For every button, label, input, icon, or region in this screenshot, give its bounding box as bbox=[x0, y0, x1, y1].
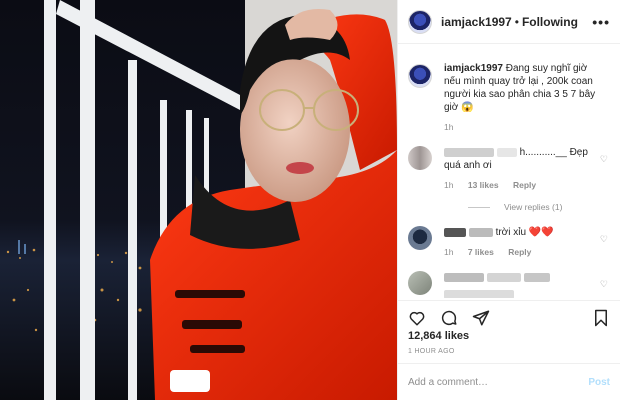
photo-image bbox=[0, 0, 397, 400]
comment-likes[interactable]: 13 likes bbox=[468, 180, 499, 190]
comment-meta: 1h 13 likes Reply bbox=[444, 180, 604, 190]
share-icon[interactable] bbox=[472, 309, 490, 327]
post-header: iamjack1997 • Following ••• bbox=[398, 0, 620, 44]
comment-item: ♡ bbox=[398, 271, 620, 298]
comment-like-icon[interactable]: ♡ bbox=[600, 279, 608, 290]
comment-like-icon[interactable]: ♡ bbox=[600, 234, 608, 245]
post-photo[interactable] bbox=[0, 0, 397, 400]
comment-icon[interactable] bbox=[440, 309, 458, 327]
reply-button[interactable]: Reply bbox=[513, 180, 536, 190]
comment-like-icon[interactable]: ♡ bbox=[600, 154, 608, 165]
comment-text: h...........__ Đẹp quá anh ơi bbox=[444, 146, 604, 172]
comment-meta: 1h 7 likes Reply bbox=[444, 247, 604, 257]
view-replies[interactable]: View replies (1) bbox=[468, 202, 620, 212]
add-comment-bar: Add a comment… Post bbox=[398, 363, 620, 400]
comment-text-visible: trời xỉu ❤️❤️ bbox=[495, 227, 554, 238]
following-button[interactable]: Following bbox=[522, 15, 578, 29]
more-icon[interactable]: ••• bbox=[592, 14, 610, 30]
heart-icon[interactable] bbox=[408, 309, 426, 327]
comment-text: trời xỉu ❤️❤️ bbox=[444, 226, 604, 239]
post-side-panel: iamjack1997 • Following ••• iamjack1997 … bbox=[397, 0, 620, 400]
comment-item: trời xỉu ❤️❤️ 1h 7 likes Reply ♡ bbox=[398, 226, 620, 257]
comment-item: h...........__ Đẹp quá anh ơi 1h 13 like… bbox=[398, 146, 620, 190]
author-avatar[interactable] bbox=[408, 9, 432, 34]
post-timestamp: 1 HOUR AGO bbox=[408, 348, 455, 355]
view-replies-label[interactable]: View replies (1) bbox=[504, 202, 562, 212]
likes-count[interactable]: 12,864 likes bbox=[408, 330, 469, 342]
comment-likes[interactable]: 7 likes bbox=[468, 247, 494, 257]
comment-text bbox=[444, 271, 604, 284]
comment-time: 1h bbox=[444, 180, 454, 190]
comment-text-line2 bbox=[444, 288, 604, 298]
caption-time: 1h bbox=[444, 122, 454, 132]
author-username[interactable]: iamjack1997 bbox=[441, 15, 512, 29]
replies-divider bbox=[468, 206, 490, 208]
caption-text: iamjack1997 Đang suy nghĩ giờ nếu mình q… bbox=[444, 62, 604, 114]
comment-time: 1h bbox=[444, 247, 454, 257]
reply-button[interactable]: Reply bbox=[508, 247, 531, 257]
header-separator: • bbox=[514, 14, 519, 29]
caption-meta: 1h bbox=[444, 122, 604, 132]
comments-list[interactable]: iamjack1997 Đang suy nghĩ giờ nếu mình q… bbox=[398, 52, 620, 298]
caption-avatar[interactable] bbox=[408, 64, 432, 88]
comment-avatar[interactable] bbox=[408, 146, 432, 170]
post-actions bbox=[398, 300, 620, 334]
bookmark-icon[interactable] bbox=[592, 309, 610, 327]
comment-input[interactable]: Add a comment… bbox=[408, 377, 488, 388]
comment-avatar[interactable] bbox=[408, 271, 432, 295]
comment-avatar[interactable] bbox=[408, 226, 432, 250]
post-button[interactable]: Post bbox=[588, 377, 610, 388]
caption: iamjack1997 Đang suy nghĩ giờ nếu mình q… bbox=[398, 52, 620, 132]
caption-username[interactable]: iamjack1997 bbox=[444, 63, 503, 74]
